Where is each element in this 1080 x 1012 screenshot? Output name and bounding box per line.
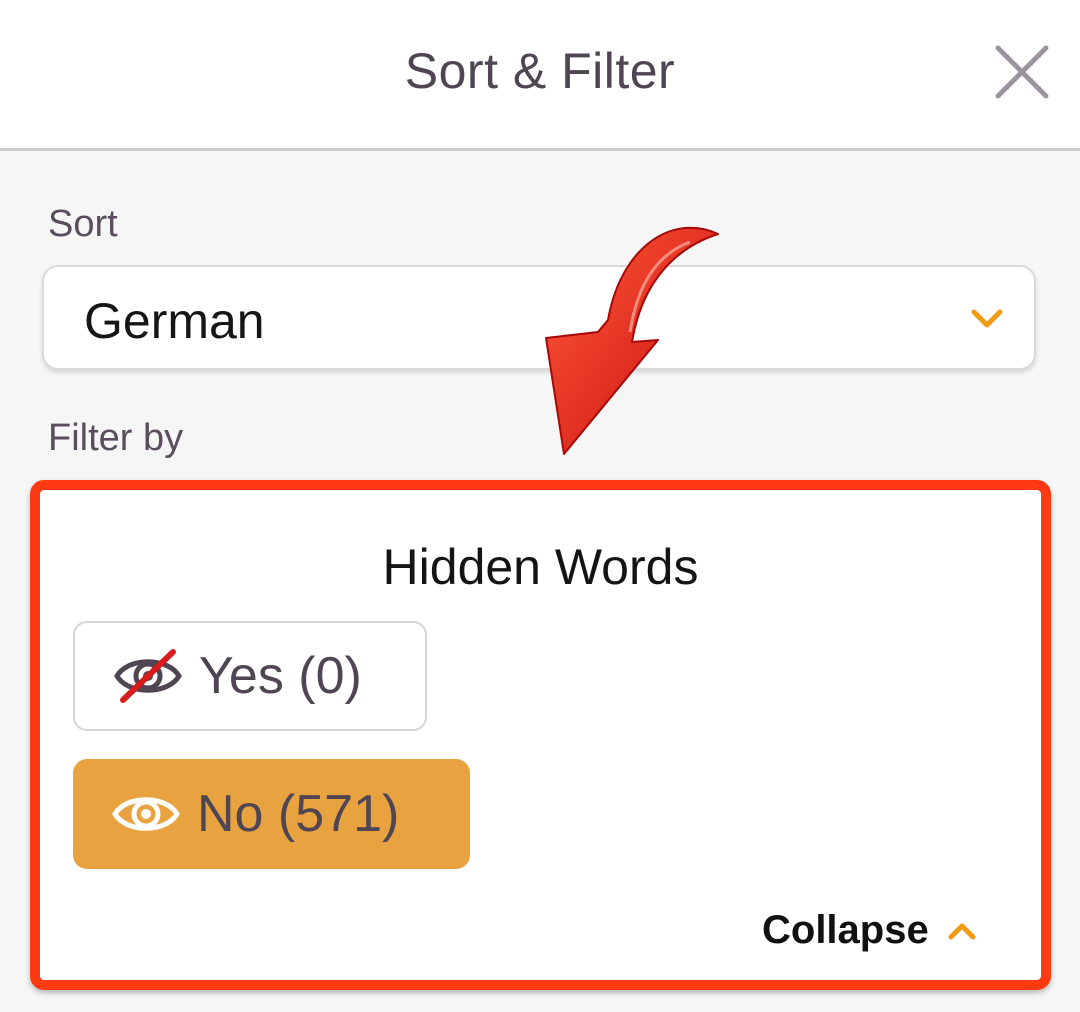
chevron-down-icon bbox=[971, 309, 1003, 328]
sort-label: Sort bbox=[48, 203, 118, 245]
close-icon bbox=[995, 45, 1049, 99]
hidden-words-filter-card: Hidden Words Yes (0) No (571) Collapse bbox=[30, 480, 1051, 990]
filter-option-no-label: No (571) bbox=[197, 785, 400, 843]
filter-card-title: Hidden Words bbox=[382, 539, 699, 595]
collapse-label: Collapse bbox=[762, 908, 929, 952]
sort-selected-value: German bbox=[84, 293, 265, 349]
filter-option-no[interactable]: No (571) bbox=[73, 759, 470, 869]
close-button[interactable] bbox=[990, 40, 1054, 104]
eye-icon bbox=[112, 797, 180, 831]
header-bar: Sort & Filter bbox=[0, 0, 1080, 151]
filter-option-yes[interactable]: Yes (0) bbox=[73, 621, 427, 731]
sort-dropdown[interactable]: German bbox=[42, 265, 1036, 370]
page-title: Sort & Filter bbox=[404, 43, 676, 99]
eye-slash-icon bbox=[114, 649, 182, 703]
chevron-up-icon bbox=[948, 923, 976, 939]
filter-option-yes-label: Yes (0) bbox=[199, 647, 362, 705]
filter-label: Filter by bbox=[48, 417, 184, 459]
collapse-button[interactable]: Collapse bbox=[762, 908, 977, 953]
